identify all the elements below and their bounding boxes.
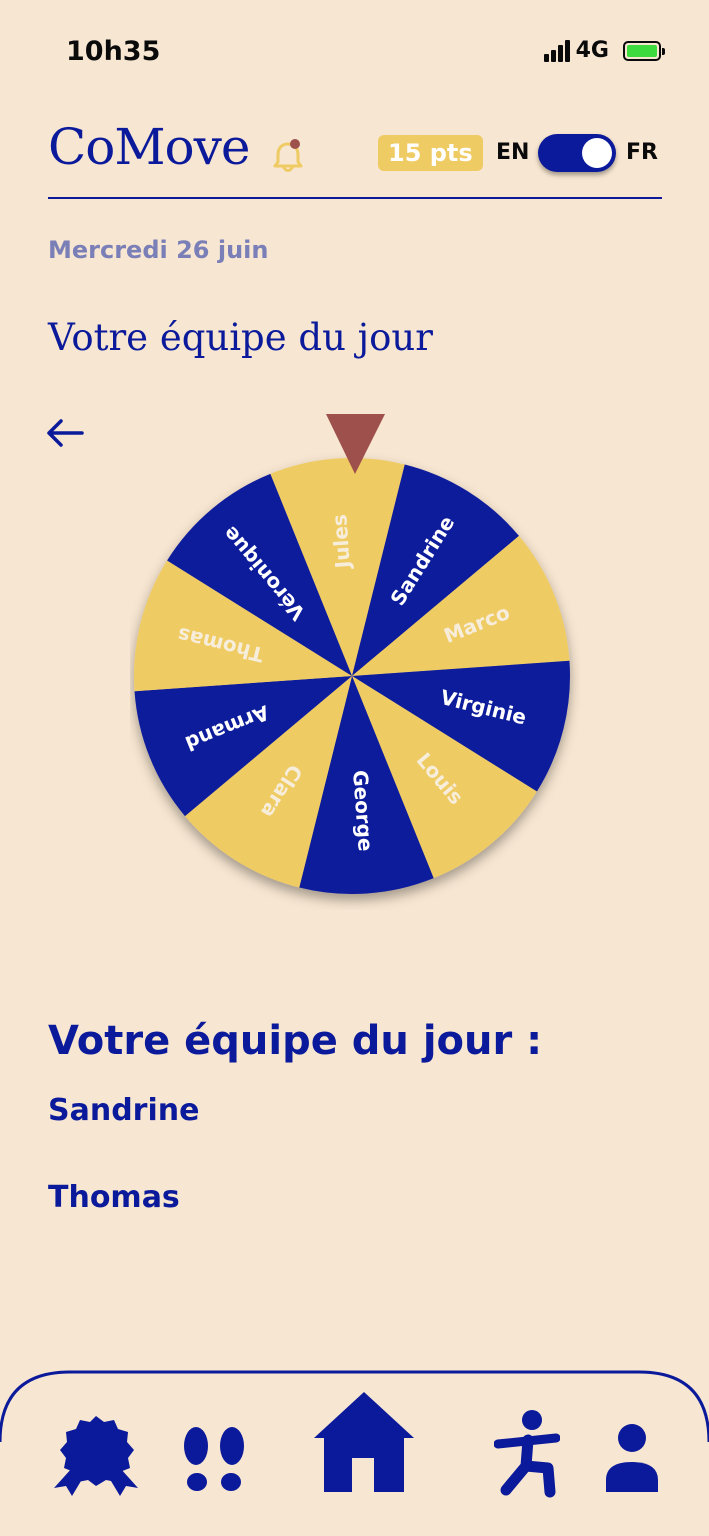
toggle-knob	[582, 138, 612, 168]
wheel-graphic[interactable]: Jules SandrineMarcoVirginieLouisGeorgeCla…	[130, 410, 580, 910]
lang-en-label: EN	[496, 140, 530, 165]
points-badge: 15 pts	[378, 135, 483, 171]
signal-icon	[543, 39, 570, 62]
page-title: Votre équipe du jour	[48, 316, 433, 359]
status-bar: 10h35 4G	[0, 0, 709, 100]
header-divider	[48, 197, 662, 199]
current-date: Mercredi 26 juin	[48, 236, 269, 264]
network-label: 4G	[575, 38, 609, 63]
team-member: Thomas	[48, 1180, 180, 1215]
badge-icon[interactable]	[50, 1412, 142, 1498]
bottom-nav	[0, 1370, 709, 1536]
footprints-icon[interactable]	[178, 1424, 250, 1496]
back-arrow-icon[interactable]	[44, 416, 86, 450]
status-indicators: 4G	[543, 38, 665, 63]
home-icon[interactable]	[310, 1388, 418, 1496]
profile-icon[interactable]	[602, 1422, 662, 1492]
spin-wheel[interactable]: Jules Sandrine Marco Virginie Louis George Cla…	[130, 410, 580, 910]
exercise-icon[interactable]	[494, 1408, 560, 1498]
bell-icon[interactable]	[270, 138, 306, 174]
app-header: CoMove 15 pts EN FR	[48, 118, 661, 198]
language-toggle[interactable]	[538, 134, 616, 172]
battery-icon	[623, 40, 665, 61]
wheel-segment-label: Jules	[327, 513, 355, 571]
team-member: Sandrine	[48, 1093, 200, 1128]
team-title: Votre équipe du jour :	[48, 1018, 543, 1064]
status-time: 10h35	[66, 36, 161, 67]
lang-fr-label: FR	[626, 140, 658, 165]
app-logo: CoMove	[48, 118, 250, 176]
